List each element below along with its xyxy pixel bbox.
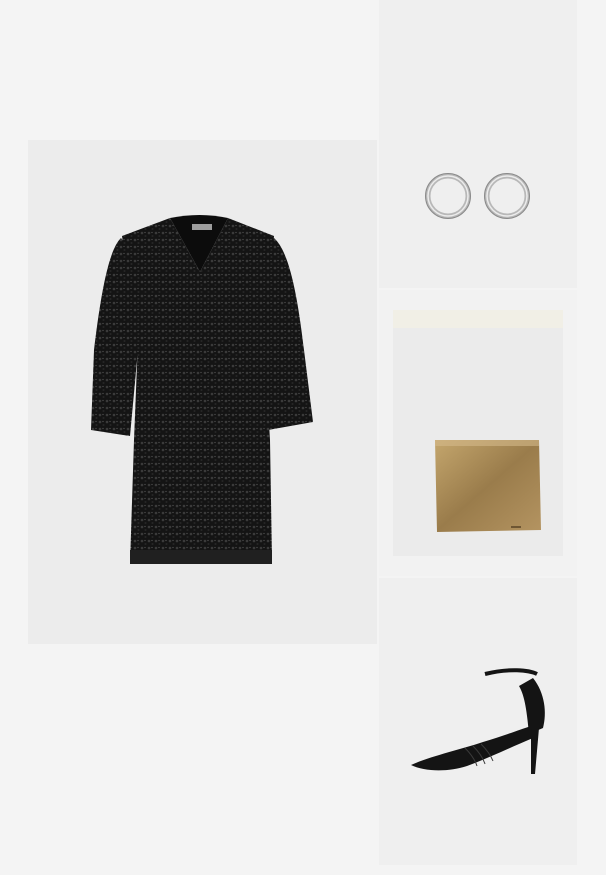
high-heel-icon (411, 668, 545, 774)
clutch-tile[interactable] (379, 290, 577, 576)
dress-tile[interactable] (28, 140, 377, 644)
hoop-earrings-icon (425, 173, 530, 219)
clutch-bag-icon (435, 440, 541, 532)
sequin-dress-icon (91, 215, 313, 564)
outfit-collage (0, 0, 606, 875)
shoe-tile[interactable] (379, 578, 577, 865)
earrings-tile[interactable] (379, 0, 577, 288)
